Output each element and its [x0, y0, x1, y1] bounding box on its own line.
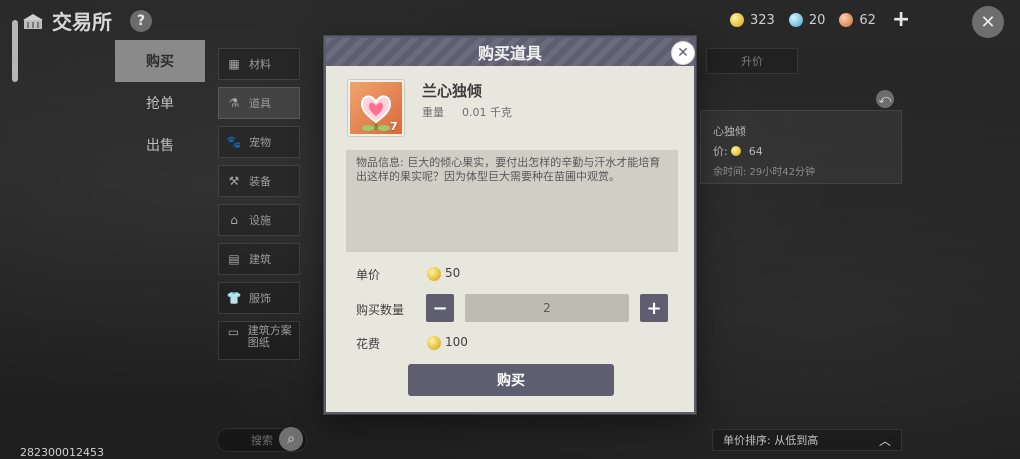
weight-value: 0.01 千克: [462, 106, 512, 119]
gold-coin-icon: [427, 267, 441, 281]
category-clothing[interactable]: 👕 服饰: [218, 282, 300, 314]
gold-coin-icon: [427, 336, 441, 350]
chevron-up-icon: ︿: [878, 433, 891, 448]
blueprint-icon: ▭: [227, 325, 240, 339]
materials-icon: ▦: [228, 57, 240, 71]
coral-token-icon: [839, 13, 854, 27]
listing-price: 价: 64: [713, 145, 763, 158]
purchase-modal: 购买道具 ✕ 7 兰心独倾 重量 0.01 千克 物品信息: 巨大的倾心果实，要…: [324, 36, 696, 414]
tab-sell[interactable]: 出售: [115, 124, 205, 166]
right-tab-price[interactable]: 升价: [706, 48, 798, 74]
item-description: 物品信息: 巨大的倾心果实，要付出怎样的辛勤与汗水才能培育出这样的果实呢？因为体…: [346, 150, 678, 252]
cost-label: 花费: [356, 337, 381, 351]
clothing-icon: 👕: [226, 291, 242, 305]
plus-icon: +: [646, 297, 662, 319]
unit-price-value: 50: [445, 266, 461, 280]
quantity-input[interactable]: 2: [465, 294, 629, 322]
listing-card[interactable]: 心独倾 价: 64 余时间: 29小时42分钟: [700, 110, 902, 184]
blue-gem-icon: [788, 13, 803, 27]
equipment-icon: ⚒: [228, 174, 240, 188]
tab-grab-orders[interactable]: 抢单: [115, 82, 205, 124]
category-list: ▦ 材料 ⚗ 道具 🐾 宠物 ⚒ 装备 ⌂ 设施 ▤ 建筑 👕 服饰 ▭ 建筑方…: [218, 48, 300, 367]
quantity-plus-button[interactable]: +: [640, 294, 668, 322]
currency-gold: 323: [730, 13, 775, 28]
currency-bar: 323 20 62 +: [730, 8, 910, 32]
page-title: 交易所: [52, 10, 112, 34]
help-icon[interactable]: ?: [130, 9, 152, 32]
weight-label: 重量: [422, 106, 444, 119]
add-currency-button[interactable]: +: [892, 9, 910, 31]
right-card-close-icon[interactable]: ⤺: [876, 90, 894, 108]
category-building[interactable]: ▤ 建筑: [218, 243, 300, 275]
quantity-minus-button[interactable]: −: [426, 294, 454, 322]
props-icon: ⚗: [228, 96, 240, 110]
category-props[interactable]: ⚗ 道具: [218, 87, 300, 119]
modal-close-button[interactable]: ✕: [671, 41, 695, 65]
listing-title: 心独倾: [713, 125, 746, 138]
unit-price-label: 单价: [356, 268, 381, 282]
player-id: 282300012453: [20, 446, 104, 459]
listing-time: 余时间: 29小时42分钟: [713, 167, 815, 178]
category-equipment[interactable]: ⚒ 装备: [218, 165, 300, 197]
close-icon: ✕: [677, 45, 689, 61]
cost-value: 100: [445, 335, 468, 349]
exchange-title: 交易所 ?: [22, 6, 152, 35]
gold-coin-icon: [731, 146, 742, 156]
item-count: 7: [390, 120, 398, 133]
category-facility[interactable]: ⌂ 设施: [218, 204, 300, 236]
minus-icon: −: [432, 297, 448, 319]
modal-header: 购买道具: [326, 38, 694, 66]
pet-icon: 🐾: [226, 135, 242, 149]
close-icon: ✕: [980, 11, 996, 33]
building-icon: ▤: [228, 252, 240, 266]
category-materials[interactable]: ▦ 材料: [218, 48, 300, 80]
category-pet[interactable]: 🐾 宠物: [218, 126, 300, 158]
modal-title: 购买道具: [477, 44, 542, 63]
left-tabs: 购买 抢单 出售: [115, 40, 205, 190]
sort-dropdown[interactable]: 单价排序: 从低到高 ︿: [712, 429, 902, 451]
currency-gem: 20: [788, 13, 825, 28]
search-icon: ⌕: [287, 431, 295, 447]
gold-coin-icon: [730, 13, 744, 27]
item-name: 兰心独倾: [422, 82, 483, 100]
exchange-icon: [22, 12, 44, 30]
currency-coral: 62: [839, 13, 876, 28]
close-page-button[interactable]: ✕: [972, 6, 1004, 38]
tab-buy[interactable]: 购买: [115, 40, 205, 82]
buy-button[interactable]: 购买: [408, 364, 614, 396]
category-blueprints[interactable]: ▭ 建筑方案图纸: [218, 321, 300, 360]
facility-icon: ⌂: [230, 213, 238, 227]
quantity-label: 购买数量: [356, 303, 405, 317]
search-button[interactable]: ⌕: [279, 427, 303, 451]
